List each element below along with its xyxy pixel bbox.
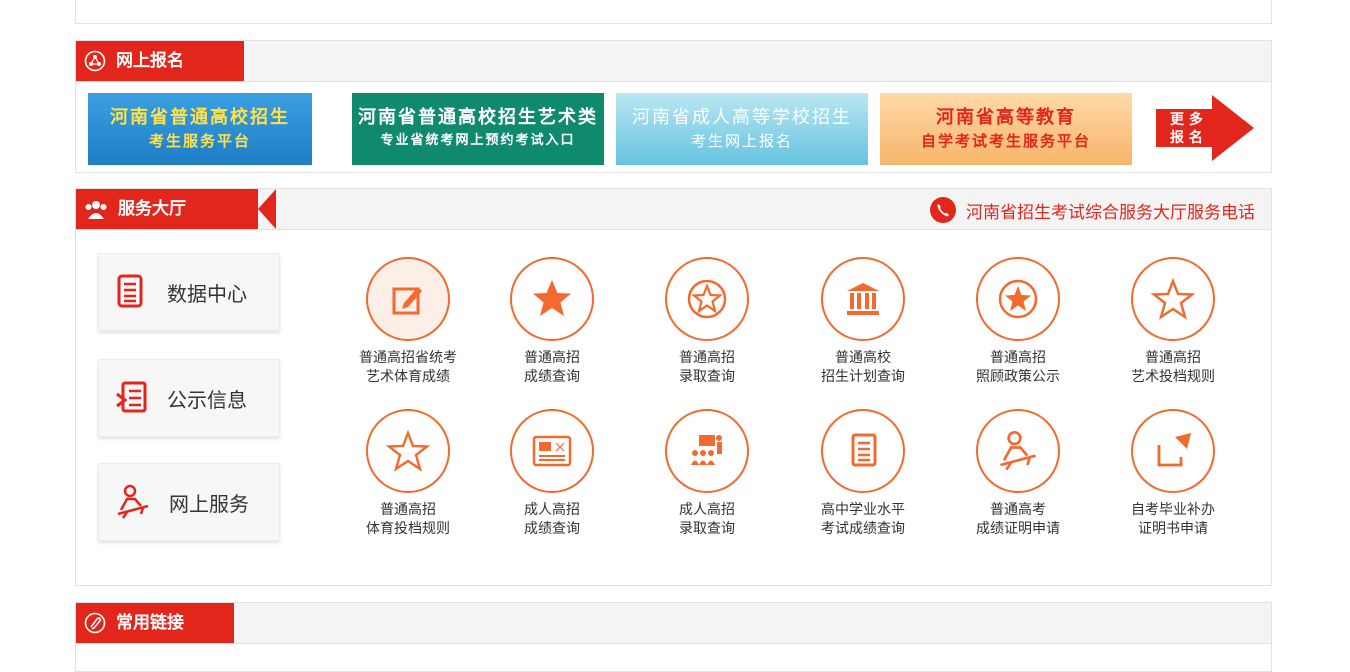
phone-icon	[930, 197, 956, 223]
service-line1: 普通高考	[990, 502, 1046, 518]
service-self-study-cert[interactable]: 自考毕业补办 证明书申请	[1095, 409, 1251, 539]
notice-icon	[116, 381, 147, 413]
banner-gk-service[interactable]: 河南省普通高校招生 考生服务平台	[88, 93, 312, 165]
online-service-button[interactable]: 网上服务	[98, 463, 280, 541]
top-panel-remnant	[75, 0, 1272, 24]
edit-icon	[392, 287, 422, 315]
tab-notch	[258, 189, 276, 229]
common-links-tab: 常用链接	[76, 603, 234, 643]
service-line1: 成人高招	[524, 502, 580, 518]
service-line1: 普通高招	[1145, 350, 1201, 366]
service-line2: 艺术投档规则	[1131, 369, 1215, 385]
service-line1: 成人高招	[679, 502, 735, 518]
service-line1: 普通高招	[679, 350, 735, 366]
institution-icon	[847, 283, 879, 315]
star-badge-icon	[998, 279, 1038, 319]
public-info-label: 公示信息	[167, 387, 247, 412]
service-line2: 录取查询	[679, 369, 735, 385]
document-stack-icon	[117, 274, 143, 308]
service-icon-circle	[510, 409, 594, 493]
online-service-label: 网上服务	[169, 491, 249, 516]
more-label-1: 更 多	[1170, 112, 1203, 128]
service-line2: 证明书申请	[1138, 521, 1208, 537]
service-icon-circle	[366, 257, 450, 341]
hotline-label: 河南省招生考试综合服务大厅服务电话	[966, 202, 1255, 223]
service-icon-circle	[1131, 257, 1215, 341]
service-care-policy[interactable]: 普通高招照顾政策公示	[940, 257, 1096, 387]
service-icon-circle	[665, 409, 749, 493]
service-line1: 高中学业水平	[821, 502, 905, 518]
service-line1: 普通高校	[835, 350, 891, 366]
banner-adult-register[interactable]: 河南省成人高等学校招生 考生网上报名	[616, 93, 868, 165]
service-gk-admission[interactable]: 普通高招 录取查询	[629, 257, 785, 387]
document-icon	[851, 433, 877, 467]
hotline[interactable]: 河南省招生考试综合服务大厅服务电话	[930, 197, 1255, 223]
more-register-button[interactable]: 更 多 报 名	[1156, 95, 1254, 161]
service-adult-score[interactable]: 成人高招 成绩查询	[474, 409, 630, 539]
common-links-title: 常用链接	[116, 613, 184, 633]
star-badge-icon	[687, 279, 727, 319]
id-card-icon	[532, 435, 572, 467]
banner-self-study[interactable]: 河南省高等教育 自学考试考生服务平台	[880, 93, 1132, 165]
service-line2: 考试成绩查询	[821, 521, 905, 537]
service-line2: 录取查询	[679, 521, 735, 537]
service-icon-circle	[821, 257, 905, 341]
more-label-2: 报 名	[1170, 130, 1203, 146]
star-outline-icon	[1151, 277, 1195, 320]
banner-art-exam[interactable]: 河南省普通高校招生艺术类 专业省统考网上预约考试入口	[352, 93, 604, 165]
data-center-button[interactable]: 数据中心	[98, 253, 280, 331]
star-solid-icon	[533, 280, 571, 316]
presentation-icon	[691, 435, 722, 465]
service-line1: 普通高招	[380, 502, 436, 518]
service-line2: 照顾政策公示	[976, 369, 1060, 385]
online-register-tab: 网上报名	[76, 41, 244, 81]
data-center-label: 数据中心	[167, 281, 247, 306]
service-hall-tab: 服务大厅	[76, 189, 258, 229]
service-hall-panel: 服务大厅 河南省招生考试综合服务大厅服务电话 数据中心 公示信息 网上服务 普通…	[75, 188, 1272, 586]
service-icon-circle	[510, 257, 594, 341]
service-enrollment-plan[interactable]: 普通高校招生计划查询	[785, 257, 941, 387]
person-at-desk-icon	[1000, 430, 1036, 471]
service-line1: 自考毕业补办	[1131, 502, 1215, 518]
service-line2: 艺术体育成绩	[366, 369, 450, 385]
paperclip-icon	[84, 612, 106, 634]
service-hs-level-score[interactable]: 高中学业水平 考试成绩查询	[785, 409, 941, 539]
service-gk-certificate[interactable]: 普通高考成绩证明申请	[940, 409, 1096, 539]
service-line2: 成绩证明申请	[976, 521, 1060, 537]
service-line1: 普通高招	[524, 350, 580, 366]
service-art-rules[interactable]: 普通高招艺术投档规则	[1095, 257, 1251, 387]
service-icon-circle	[821, 409, 905, 493]
service-line2: 招生计划查询	[821, 369, 905, 385]
star-outline-icon	[386, 429, 430, 472]
service-line2: 成绩查询	[524, 369, 580, 385]
share-arrow-icon	[1157, 433, 1191, 467]
people-icon	[85, 201, 107, 219]
service-icon-circle	[665, 257, 749, 341]
service-adult-admission[interactable]: 成人高招 录取查询	[629, 409, 785, 539]
service-hall-title: 服务大厅	[118, 199, 186, 219]
service-sports-rules[interactable]: 普通高招体育投档规则	[330, 409, 486, 539]
service-gk-score[interactable]: 普通高招 成绩查询	[474, 257, 630, 387]
online-register-panel: 网上报名 河南省普通高校招生 考生服务平台 河南省普通高校招生艺术类 专业省统考…	[75, 40, 1272, 173]
public-info-button[interactable]: 公示信息	[98, 359, 280, 437]
service-art-sports-score[interactable]: 普通高招省统考 艺术体育成绩	[330, 257, 486, 387]
service-line2: 体育投档规则	[366, 521, 450, 537]
service-icon-circle	[1131, 409, 1215, 493]
service-icon-circle	[366, 409, 450, 493]
service-icon-circle	[976, 257, 1060, 341]
panel-header: 常用链接	[76, 603, 1271, 644]
person-at-desk-icon	[117, 484, 149, 519]
online-register-title: 网上报名	[116, 51, 184, 71]
service-line1: 普通高招省统考	[359, 350, 457, 366]
panel-header: 网上报名	[76, 41, 1271, 82]
service-line1: 普通高招	[990, 350, 1046, 366]
common-links-panel: 常用链接	[75, 602, 1272, 672]
network-icon	[84, 50, 106, 72]
panel-header: 服务大厅 河南省招生考试综合服务大厅服务电话	[76, 189, 1271, 230]
service-line2: 成绩查询	[524, 521, 580, 537]
service-icon-circle	[976, 409, 1060, 493]
